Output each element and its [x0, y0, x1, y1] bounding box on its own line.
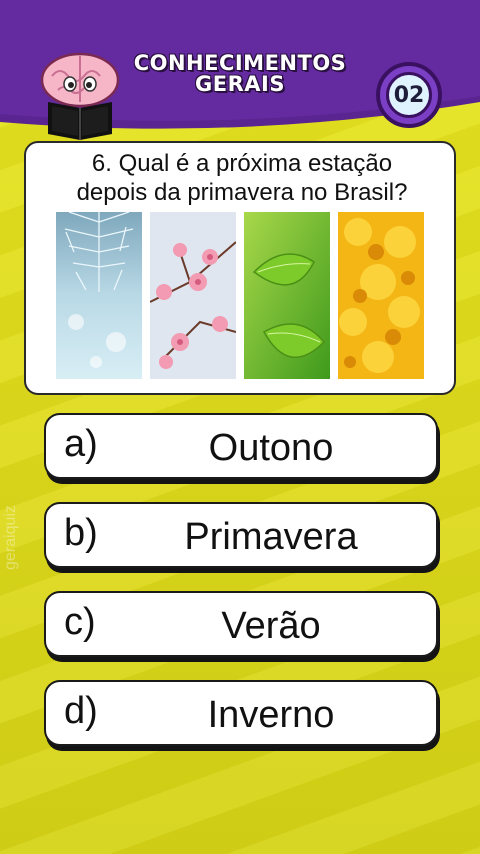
watermark: geraiquiz: [2, 500, 36, 640]
answer-letter: d): [64, 690, 98, 732]
autumn-leaves-icon: [338, 212, 424, 379]
question-text-line1: 6. Qual é a próxima estação: [91, 150, 393, 177]
question-text: 6. Qual é a próxima estação depois da pr…: [26, 149, 458, 207]
answer-option-b[interactable]: b) Primavera: [44, 502, 438, 568]
question-card: 6. Qual é a próxima estação depois da pr…: [24, 141, 456, 395]
brain-book-mascot-icon: [34, 48, 126, 140]
answer-text: Outono: [208, 427, 334, 469]
summer-leaves-icon: [244, 212, 330, 379]
brand-title-line1: CONHECIMENTOS: [133, 51, 347, 75]
answer-letter: b): [64, 512, 98, 554]
answer-option-d[interactable]: d) Inverno: [44, 680, 438, 746]
winter-frost-icon: [56, 212, 142, 379]
brand-title-line2: GERAIS: [195, 72, 285, 96]
spring-blossom-icon: [150, 212, 236, 379]
answer-option-a[interactable]: a) Outono: [44, 413, 438, 479]
answer-letter: c): [64, 601, 96, 643]
answer-text: Inverno: [207, 694, 335, 736]
question-counter-value: 02: [386, 72, 432, 118]
question-text-line2: depois da primavera no Brasil?: [76, 179, 408, 206]
answer-text: Verão: [221, 605, 321, 647]
watermark-text: geraiquiz: [2, 505, 19, 570]
answer-letter: a): [64, 423, 98, 465]
question-counter: 02: [376, 62, 442, 128]
brand-title: CONHECIMENTOS GERAIS: [120, 53, 360, 95]
answer-text: Primavera: [184, 516, 358, 558]
answer-option-c[interactable]: c) Verão: [44, 591, 438, 657]
